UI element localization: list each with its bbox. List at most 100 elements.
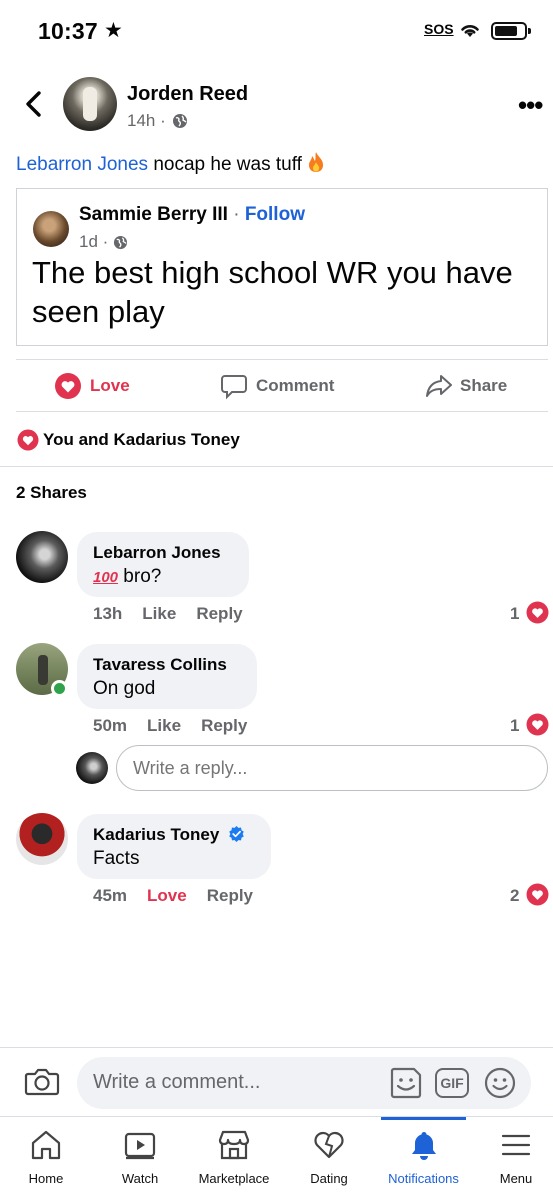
globe-icon — [113, 235, 128, 250]
shared-author-avatar[interactable] — [33, 211, 69, 247]
comment-text: Facts — [93, 848, 140, 869]
comment-body: bro? — [118, 566, 162, 587]
gif-icon[interactable]: GIF — [435, 1068, 469, 1098]
online-status-indicator — [51, 680, 68, 697]
divider — [0, 466, 553, 467]
comment-icon — [221, 375, 247, 400]
post-body: nocap he was tuff — [148, 154, 302, 175]
bottom-tab-bar: Home Watch Marketplace Dating Notificati… — [0, 1116, 553, 1200]
watch-icon — [124, 1132, 156, 1160]
shared-post-text: The best high school WR you have seen pl… — [32, 255, 513, 329]
reactions-text: You and Kadarius Toney — [43, 430, 240, 449]
reactions-summary[interactable]: You and Kadarius Toney — [17, 428, 297, 452]
love-button[interactable]: Love — [147, 886, 187, 905]
tab-label: Notifications — [388, 1171, 459, 1186]
verified-badge-icon — [229, 825, 244, 842]
tab-menu[interactable]: Menu — [480, 1117, 552, 1200]
like-button[interactable]: Like — [147, 716, 181, 735]
commenter-name[interactable]: Lebarron Jones — [93, 543, 221, 563]
tab-label: Watch — [121, 1171, 159, 1186]
comment-time: 50m — [93, 716, 128, 735]
follow-button[interactable]: Follow — [245, 204, 305, 225]
comment-bubble[interactable]: Lebarron Jones 100 bro? — [77, 532, 249, 597]
reaction-count[interactable]: 1 — [510, 716, 519, 736]
comment-meta: 45m Love Reply — [93, 886, 273, 906]
sticker-icon[interactable] — [388, 1065, 424, 1101]
tab-label: Dating — [310, 1171, 348, 1186]
commenter-name[interactable]: Tavaress Collins — [93, 655, 227, 675]
divider — [16, 359, 548, 360]
commenter-avatar[interactable] — [16, 813, 68, 865]
bell-icon — [411, 1132, 436, 1160]
comment-text: 100 bro? — [93, 566, 161, 588]
comment-button[interactable]: Comment — [220, 372, 350, 400]
camera-icon[interactable] — [24, 1065, 60, 1097]
back-arrow-icon[interactable] — [20, 88, 48, 120]
star-icon: ★ — [104, 19, 123, 42]
divider — [0, 1047, 553, 1048]
post-time: 14h · — [127, 111, 166, 130]
more-options-icon[interactable]: ••• — [518, 90, 543, 121]
love-reaction-icon — [526, 883, 549, 906]
divider — [16, 411, 548, 412]
current-user-avatar — [76, 752, 108, 784]
comment-time: 13h — [93, 604, 123, 623]
comment-placeholder: Write a comment... — [93, 1071, 261, 1093]
shared-post-time: 1d · — [79, 232, 109, 251]
love-reaction-icon — [17, 429, 39, 451]
tab-label: Menu — [499, 1171, 533, 1186]
commenter-name[interactable]: Kadarius Toney — [93, 825, 219, 844]
mention-link[interactable]: Lebarron Jones — [16, 154, 148, 175]
emoji-icon[interactable] — [484, 1067, 516, 1099]
dating-icon — [314, 1131, 344, 1159]
shared-author-name[interactable]: Sammie Berry III — [79, 204, 228, 225]
tab-dating[interactable]: Dating — [289, 1117, 369, 1200]
post-text: Lebarron Jones nocap he was tuff — [16, 151, 325, 176]
reaction-count[interactable]: 1 — [510, 604, 519, 624]
status-time: 10:37 — [38, 18, 98, 44]
tab-home[interactable]: Home — [6, 1117, 86, 1200]
shared-post-card[interactable]: Sammie Berry III · Follow 1d · The best … — [16, 188, 548, 346]
tab-notifications[interactable]: Notifications — [376, 1117, 471, 1200]
shared-author-line: Sammie Berry III · Follow — [79, 204, 305, 226]
reaction-count[interactable]: 2 — [510, 886, 519, 906]
comment-label: Comment — [256, 376, 335, 395]
home-icon — [31, 1130, 61, 1160]
share-icon — [426, 375, 452, 397]
love-button[interactable]: Love — [54, 372, 134, 400]
menu-icon — [501, 1134, 531, 1156]
love-reaction-icon — [526, 713, 549, 736]
love-label: Love — [90, 376, 130, 395]
reply-input[interactable] — [116, 745, 548, 791]
love-reaction-icon — [526, 601, 549, 624]
comment-meta: 50m Like Reply — [93, 716, 267, 736]
love-reaction-icon — [55, 373, 81, 399]
marketplace-icon — [218, 1130, 250, 1160]
comment-time: 45m — [93, 886, 128, 905]
reply-button[interactable]: Reply — [207, 886, 253, 905]
commenter-name-line: Kadarius Toney — [93, 825, 245, 845]
separator-dot: · — [227, 204, 245, 225]
author-avatar[interactable] — [63, 77, 117, 131]
tab-marketplace[interactable]: Marketplace — [189, 1117, 279, 1200]
shares-count[interactable]: 2 Shares — [16, 483, 87, 503]
share-button[interactable]: Share — [424, 372, 524, 400]
sos-label: SOS — [424, 21, 454, 37]
globe-icon — [173, 114, 187, 128]
comment-bubble[interactable]: Kadarius Toney Facts — [77, 814, 271, 879]
battery-icon — [491, 22, 531, 40]
hundred-emoji-icon: 100 — [93, 569, 119, 586]
author-name[interactable]: Jorden Reed — [127, 83, 248, 106]
comment-bubble[interactable]: Tavaress Collins On god — [77, 644, 257, 709]
status-bar: 10:37 ★ SOS — [0, 0, 553, 64]
tab-label: Home — [28, 1171, 64, 1186]
like-button[interactable]: Like — [142, 604, 176, 623]
reply-button[interactable]: Reply — [201, 716, 247, 735]
comment-input[interactable]: Write a comment... GIF — [77, 1057, 531, 1109]
share-label: Share — [460, 376, 508, 395]
comment-text: On god — [93, 678, 156, 699]
commenter-avatar[interactable] — [16, 531, 68, 583]
wifi-icon — [461, 25, 479, 37]
tab-watch[interactable]: Watch — [100, 1117, 180, 1200]
reply-button[interactable]: Reply — [196, 604, 242, 623]
